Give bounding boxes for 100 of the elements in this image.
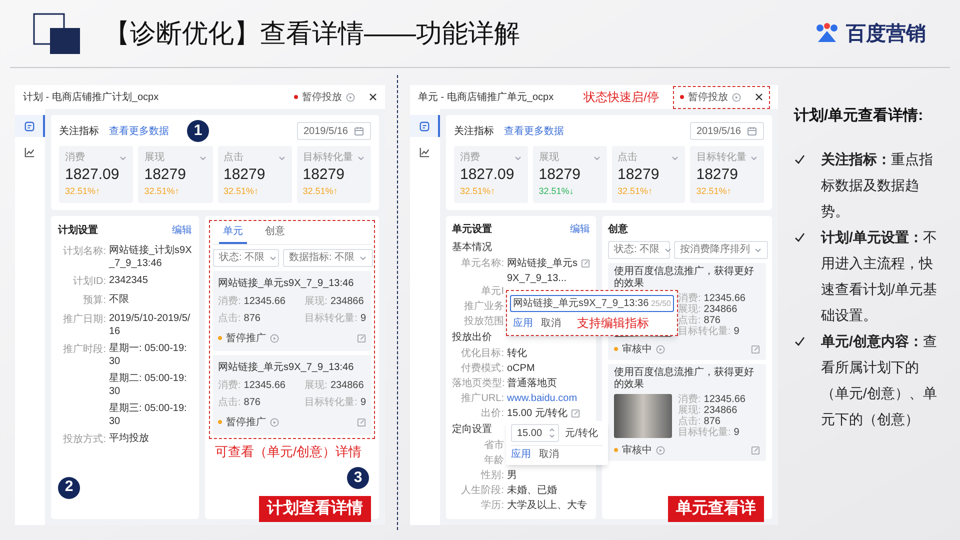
metric-tile[interactable]: 展现 18279 32.51%↓: [532, 146, 606, 202]
edit-button[interactable]: [751, 446, 760, 454]
more-data-link[interactable]: 查看更多数据: [109, 124, 169, 138]
stat-value: 876: [244, 396, 260, 410]
status-toggle[interactable]: 审核中: [614, 342, 665, 356]
metric-tile[interactable]: 消费 1827.09 32.51%↑: [454, 146, 528, 202]
stat-label: 消费:: [678, 292, 701, 304]
status-toggle[interactable]: 审核中: [614, 442, 665, 458]
filter-dropdown[interactable]: 按消费降序排列: [674, 240, 768, 258]
stat-label: 消费:: [678, 394, 701, 404]
field-label: 性别:: [480, 468, 504, 483]
field-value: 不限: [109, 292, 129, 306]
stat-label: 点击:: [678, 314, 701, 326]
metric-tile[interactable]: 目标转化量 18279 32.51%↑: [690, 146, 764, 202]
metric-label: 消费: [65, 150, 85, 165]
unit-card[interactable]: 网站链接_单元s9X_7_9_13:46 消费: 12345.66 展现: 234866 点击: 876 目标转化量: 9 暂停推广: [213, 270, 371, 350]
panel-title: 计划 - 电商店铺推广计划_ocpx: [23, 90, 159, 104]
edit-button[interactable]: [357, 334, 366, 342]
field-label: 学历:: [480, 499, 504, 513]
field-label: 计划ID:: [72, 274, 106, 288]
check-icon: [794, 336, 805, 346]
close-button[interactable]: [369, 93, 377, 101]
number-input[interactable]: 15.00: [511, 424, 559, 442]
edit-button[interactable]: [751, 344, 760, 354]
date-picker[interactable]: 2019/5/16: [690, 122, 764, 140]
status-dot-icon: [294, 95, 298, 99]
section-heading: 创意: [608, 222, 629, 236]
stat-value: 12345.66: [704, 292, 746, 304]
chevron-down-icon: [664, 246, 672, 254]
date-picker[interactable]: 2019/5/16: [296, 122, 371, 140]
status-toggle[interactable]: 暂停投放: [680, 90, 741, 104]
metric-tile[interactable]: 消费 1827.09 32.51%↑: [59, 146, 134, 202]
check-icon: [794, 232, 805, 242]
apply-button[interactable]: 应用: [511, 447, 531, 462]
field-value: 15.00 元/转化: [507, 407, 568, 421]
tab[interactable]: 单元: [219, 224, 247, 244]
chevron-down-icon: [119, 154, 128, 162]
chevron-down-icon: [268, 254, 277, 262]
field-label: 单元I: [480, 284, 504, 299]
stat-label: 目标转化量:: [678, 326, 731, 336]
play-circle-icon: [732, 92, 741, 102]
field-label: 推广URL:: [460, 392, 504, 406]
metric-tile[interactable]: 展现 18279 32.51%↑: [138, 146, 212, 202]
metric-tile[interactable]: 目标转化量 18279 32.51%↑: [296, 146, 371, 202]
change-percent: 32.51%↑: [144, 185, 180, 198]
url-link[interactable]: www.baidu.com: [507, 391, 578, 406]
document-icon: [24, 120, 34, 132]
stat-value: 234866: [330, 294, 364, 308]
field-value: 星期一: 05:00-19:30: [109, 342, 188, 368]
edit-icon: [751, 344, 760, 354]
stat-value: 12345.66: [244, 294, 286, 308]
tab[interactable]: 创意: [261, 224, 289, 244]
metric-tile[interactable]: 点击 18279 32.51%↑: [218, 146, 292, 202]
play-circle-icon: [656, 344, 665, 354]
status-toggle[interactable]: 暂停推广: [218, 414, 279, 430]
plan-details-button[interactable]: 计划查看详情: [259, 496, 371, 522]
field-label: 年龄: [483, 454, 504, 468]
change-percent: 32.51%↑: [302, 185, 338, 198]
filter-dropdown[interactable]: 状态: 不限: [608, 240, 670, 258]
status-dot-icon: [614, 347, 618, 351]
cancel-button[interactable]: 取消: [541, 316, 561, 331]
edit-link[interactable]: 编辑: [172, 222, 192, 238]
status-toggle[interactable]: 暂停投放: [294, 90, 355, 104]
filter-dropdown[interactable]: 数据指标: 不限: [283, 248, 373, 266]
metric-value: 1827.09: [65, 165, 120, 185]
edit-button[interactable]: [570, 409, 580, 418]
section-heading: 关注指标: [454, 124, 494, 138]
unit-card[interactable]: 网站链接_单元s9X_7_9_13:46 消费: 12345.66 展现: 234866 点击: 876 目标转化量: 9 暂停推广: [213, 354, 371, 434]
name-input[interactable]: 网站链接_单元s9X_7_9_13:36 25/50: [510, 295, 674, 312]
edit-icon: [570, 409, 580, 418]
section-heading: 单元设置: [452, 222, 492, 237]
stat-value: 12345.66: [244, 378, 286, 392]
edit-button[interactable]: [581, 258, 590, 268]
cancel-button[interactable]: 取消: [539, 447, 559, 462]
apply-button[interactable]: 应用: [513, 316, 533, 331]
edit-link[interactable]: 编辑: [570, 222, 590, 237]
unit-details-button[interactable]: 单元查看详: [668, 496, 764, 522]
more-data-link[interactable]: 查看更多数据: [504, 124, 564, 138]
card-title: 使用百度信息流推广，获得更好的效果: [614, 366, 755, 390]
stat-label: 消费:: [218, 378, 241, 392]
close-icon: [755, 93, 763, 101]
nav-tab[interactable]: [15, 115, 45, 137]
field-label: 单元名称:: [460, 256, 504, 271]
close-button[interactable]: [755, 93, 763, 101]
stat-value: 234866: [704, 304, 738, 314]
edit-button[interactable]: [357, 418, 366, 426]
group-heading: 投放出价: [452, 330, 492, 345]
nav-tab[interactable]: [410, 115, 440, 137]
unit-label: 元/转化: [565, 426, 598, 440]
metric-label: 消费: [460, 150, 480, 165]
creative-card[interactable]: 使用百度信息流推广，获得更好的效果 消费: 12345.66 展现: 234866 点击: 876 目标转化量: 9 审核中: [608, 364, 766, 460]
status-toggle[interactable]: 暂停推广: [218, 330, 279, 346]
field-label: 落地页类型:: [452, 376, 504, 391]
close-icon: [369, 93, 377, 101]
field-label: 推广业务: [463, 300, 504, 314]
filter-dropdown[interactable]: 状态: 不限: [213, 248, 279, 266]
stat-label: 点击:: [678, 416, 701, 426]
metric-value: 18279: [538, 165, 582, 185]
metric-tile[interactable]: 点击 18279 32.51%↑: [612, 146, 686, 202]
metric-label: 展现: [538, 151, 559, 165]
